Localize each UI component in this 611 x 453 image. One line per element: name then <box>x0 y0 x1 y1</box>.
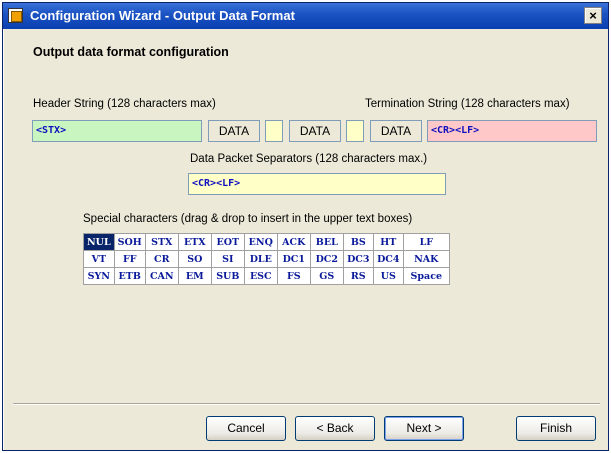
termination-string-input[interactable]: <CR><LF> <box>427 120 597 142</box>
window-title: Configuration Wizard - Output Data Forma… <box>30 8 295 23</box>
special-char-rs[interactable]: RS <box>342 267 374 285</box>
cancel-button[interactable]: Cancel <box>206 416 286 441</box>
special-char-dc3[interactable]: DC3 <box>342 250 374 268</box>
special-char-bel[interactable]: BEL <box>309 233 344 251</box>
special-char-syn[interactable]: SYN <box>83 267 115 285</box>
page-heading: Output data format configuration <box>33 45 229 59</box>
header-string-input[interactable]: <STX> <box>32 120 202 142</box>
special-char-ack[interactable]: ACK <box>276 233 311 251</box>
special-char-space[interactable]: Space <box>402 267 450 285</box>
special-char-dc1[interactable]: DC1 <box>276 250 311 268</box>
special-char-us[interactable]: US <box>372 267 404 285</box>
special-char-dc2[interactable]: DC2 <box>309 250 344 268</box>
special-characters-label: Special characters (drag & drop to inser… <box>83 213 413 225</box>
special-char-eot[interactable]: EOT <box>210 233 245 251</box>
special-char-etx[interactable]: ETX <box>177 233 212 251</box>
close-button[interactable]: × <box>584 7 602 24</box>
special-char-si[interactable]: SI <box>210 250 245 268</box>
app-icon <box>8 8 23 23</box>
finish-button[interactable]: Finish <box>516 416 596 441</box>
special-char-nak[interactable]: NAK <box>402 250 450 268</box>
data-field-1: DATA <box>208 120 260 142</box>
termination-string-label: Termination String (128 characters max) <box>365 98 570 110</box>
header-string-label: Header String (128 characters max) <box>33 98 216 110</box>
special-char-row: VT FF CR SO SI DLE DC1 DC2 DC3 DC4 NAK <box>83 250 450 268</box>
data-field-3: DATA <box>370 120 422 142</box>
separator-slot-2[interactable] <box>346 120 364 142</box>
special-char-dle[interactable]: DLE <box>243 250 278 268</box>
special-char-nul[interactable]: NUL <box>83 233 115 251</box>
special-char-soh[interactable]: SOH <box>113 233 146 251</box>
special-char-cr[interactable]: CR <box>144 250 179 268</box>
special-char-enq[interactable]: ENQ <box>243 233 278 251</box>
special-char-esc[interactable]: ESC <box>243 267 278 285</box>
special-char-row: SYN ETB CAN EM SUB ESC FS GS RS US Space <box>83 267 450 285</box>
special-char-sub[interactable]: SUB <box>210 267 245 285</box>
next-button[interactable]: Next > <box>384 416 464 441</box>
special-char-so[interactable]: SO <box>177 250 212 268</box>
packet-separators-input[interactable]: <CR><LF> <box>188 173 446 195</box>
special-char-em[interactable]: EM <box>177 267 212 285</box>
special-char-dc4[interactable]: DC4 <box>372 250 404 268</box>
special-char-can[interactable]: CAN <box>144 267 179 285</box>
special-char-ht[interactable]: HT <box>372 233 404 251</box>
footer-divider <box>13 403 600 405</box>
special-char-vt[interactable]: VT <box>83 250 115 268</box>
special-char-fs[interactable]: FS <box>276 267 311 285</box>
wizard-window: Configuration Wizard - Output Data Forma… <box>2 2 609 451</box>
special-char-ff[interactable]: FF <box>113 250 146 268</box>
back-button[interactable]: < Back <box>295 416 375 441</box>
special-char-row: NUL SOH STX ETX EOT ENQ ACK BEL BS HT LF <box>83 233 450 251</box>
title-bar[interactable]: Configuration Wizard - Output Data Forma… <box>3 3 608 29</box>
special-char-lf[interactable]: LF <box>402 233 450 251</box>
special-char-bs[interactable]: BS <box>342 233 374 251</box>
special-char-gs[interactable]: GS <box>309 267 344 285</box>
special-char-stx[interactable]: STX <box>144 233 179 251</box>
separator-slot-1[interactable] <box>265 120 283 142</box>
special-characters-grid: NUL SOH STX ETX EOT ENQ ACK BEL BS HT LF VT FF CR SO SI… <box>83 233 450 285</box>
packet-separators-label: Data Packet Separators (128 characters m… <box>190 153 428 165</box>
data-field-2: DATA <box>289 120 341 142</box>
special-char-etb[interactable]: ETB <box>113 267 146 285</box>
